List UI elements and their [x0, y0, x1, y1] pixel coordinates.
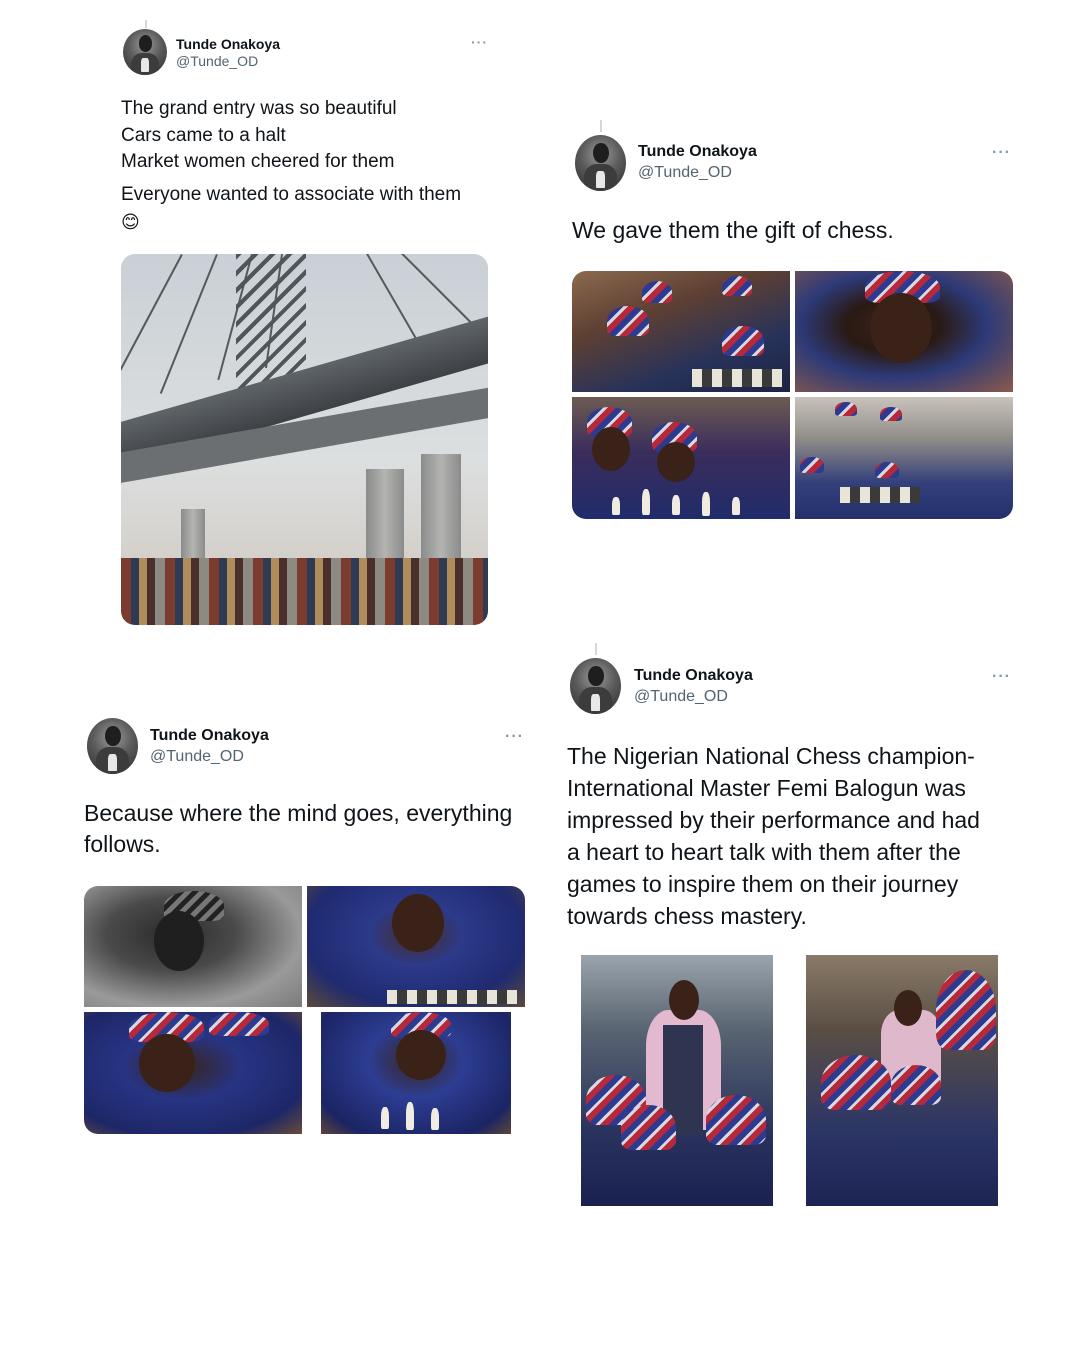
author-name[interactable]: Tunde Onakoya	[634, 667, 753, 685]
tweet-text-line: Cars came to a halt	[121, 124, 286, 146]
tweet-2[interactable]: Tunde Onakoya @Tunde_OD ··· We gave them…	[540, 110, 1080, 530]
tweet-text-line: International Master Femi Balogun was	[567, 775, 966, 801]
tweet-3[interactable]: Tunde Onakoya @Tunde_OD ··· Because wher…	[0, 700, 540, 1150]
photo-boy-moving-piece[interactable]	[321, 1012, 511, 1134]
more-horizontal-icon[interactable]: ···	[505, 728, 524, 746]
thread-line	[600, 120, 602, 132]
tweet-text-line: We gave them the gift of chess.	[572, 217, 894, 243]
thread-line	[145, 20, 147, 28]
thread-line	[595, 643, 597, 655]
tweet-text-line: impressed by their performance and had	[567, 807, 980, 833]
tweet-text: Everyone wanted to associate with them 😊	[121, 182, 461, 235]
author-name[interactable]: Tunde Onakoya	[176, 36, 280, 52]
tweet-text: We gave them the gift of chess.	[572, 216, 894, 245]
photo-boys-thinking[interactable]	[84, 1012, 302, 1134]
tweet-text-line: a heart to heart talk with them after th…	[567, 839, 961, 865]
tweet-text-line: The Nigerian National Chess champion-	[567, 743, 975, 769]
tweet-text-line: follows.	[84, 831, 161, 857]
photo-chess-hall[interactable]	[795, 397, 1013, 519]
profile-avatar[interactable]	[87, 718, 138, 774]
author-handle[interactable]: @Tunde_OD	[150, 748, 244, 766]
tweet-text-line: games to inspire them on their journey	[567, 871, 959, 897]
profile-avatar[interactable]	[123, 29, 167, 75]
profile-avatar[interactable]	[575, 135, 626, 191]
tweet-4[interactable]: Tunde Onakoya @Tunde_OD ··· The Nigerian…	[540, 640, 1080, 1220]
photo-boy-at-board[interactable]	[307, 886, 525, 1007]
author-handle[interactable]: @Tunde_OD	[638, 164, 732, 182]
more-horizontal-icon[interactable]: ···	[992, 668, 1011, 686]
author-name[interactable]: Tunde Onakoya	[150, 727, 269, 745]
profile-avatar[interactable]	[570, 658, 621, 714]
tweet-text: The Nigerian National Chess champion- In…	[567, 740, 980, 932]
tweet-text-line: Everyone wanted to associate with them	[121, 184, 462, 205]
emoji-smile: 😊	[121, 211, 140, 232]
tweet-text-line: The grand entry was so beautiful	[121, 98, 397, 119]
photo-players-at-board[interactable]	[572, 271, 790, 392]
author-handle[interactable]: @Tunde_OD	[176, 53, 258, 69]
tweet-photo-bridge[interactable]	[121, 254, 488, 625]
photo-players-thinking[interactable]	[572, 397, 790, 519]
author-handle[interactable]: @Tunde_OD	[634, 688, 728, 706]
author-name[interactable]: Tunde Onakoya	[638, 143, 757, 161]
tweet-photo-coach-2[interactable]	[806, 955, 998, 1206]
tweet-1[interactable]: Tunde Onakoya @Tunde_OD ··· The grand en…	[0, 0, 540, 640]
photo-boys-bw[interactable]	[84, 886, 302, 1007]
tweet-text: Because where the mind goes, everything …	[84, 798, 512, 860]
tweet-photo-grid	[84, 886, 525, 1134]
tweet-text-line: Market women cheered for them	[121, 151, 395, 172]
tweet-text: The grand entry was so beautiful Cars ca…	[121, 96, 397, 176]
tweet-text-line: Because where the mind goes, everything	[84, 800, 513, 826]
more-horizontal-icon[interactable]: ···	[992, 144, 1011, 162]
tweet-text-line: towards chess mastery.	[567, 903, 807, 929]
tweet-photo-grid	[572, 271, 1013, 519]
tweet-photo-coach-1[interactable]	[581, 955, 773, 1206]
photo-boy-portrait[interactable]	[795, 271, 1013, 392]
more-horizontal-icon[interactable]: ···	[471, 34, 488, 50]
